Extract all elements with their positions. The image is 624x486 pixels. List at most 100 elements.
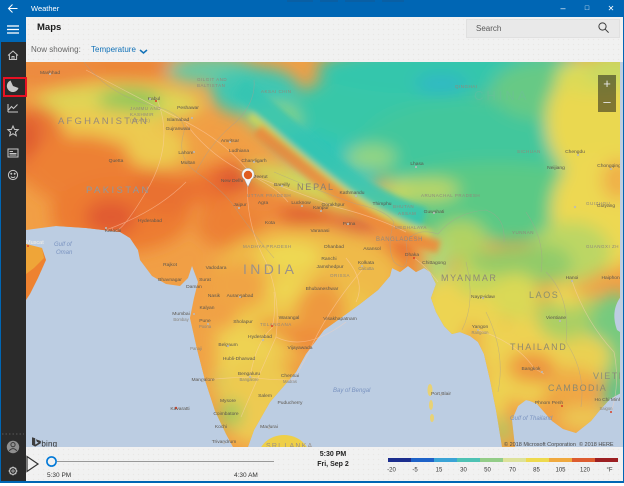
svg-text:TELANGANA: TELANGANA xyxy=(260,322,292,327)
svg-text:Coimbatore: Coimbatore xyxy=(213,411,239,417)
svg-text:Nasik: Nasik xyxy=(208,293,221,299)
svg-text:Patna: Patna xyxy=(343,221,356,227)
svg-text:Muscat: Muscat xyxy=(26,240,44,246)
svg-text:Chengdu: Chengdu xyxy=(565,149,585,155)
svg-text:-20: -20 xyxy=(387,468,396,474)
svg-text:Saigon: Saigon xyxy=(599,406,613,411)
svg-text:Hubli-Dharwad: Hubli-Dharwad xyxy=(223,356,256,362)
svg-text:MADHYA PRADESH: MADHYA PRADESH xyxy=(243,244,292,249)
svg-text:Poona: Poona xyxy=(199,324,212,329)
svg-text:GUANGXI ZH: GUANGXI ZH xyxy=(586,244,619,249)
svg-text:YUNNAN: YUNNAN xyxy=(512,230,534,235)
svg-text:BALTISTAN: BALTISTAN xyxy=(197,83,225,88)
svg-text:GILGIT AND: GILGIT AND xyxy=(197,77,227,82)
svg-text:120: 120 xyxy=(580,468,591,474)
svg-text:Asansol: Asansol xyxy=(363,246,380,252)
svg-text:Quetta: Quetta xyxy=(109,158,124,164)
svg-text:Meerut: Meerut xyxy=(252,174,268,180)
svg-text:KASHMIR: KASHMIR xyxy=(130,112,154,117)
svg-text:Visakhapatnam: Visakhapatnam xyxy=(323,316,357,322)
svg-text:Lhasa: Lhasa xyxy=(410,161,424,167)
svg-text:Hyderabad: Hyderabad xyxy=(138,218,162,224)
svg-text:Kathmandu: Kathmandu xyxy=(339,190,364,196)
svg-text:70: 70 xyxy=(509,468,516,474)
svg-text:Bhubaneshwar: Bhubaneshwar xyxy=(306,286,339,292)
svg-text:Peshawar: Peshawar xyxy=(177,105,199,111)
svg-text:Chongqing: Chongqing xyxy=(597,163,621,169)
svg-text:Agra: Agra xyxy=(258,200,269,206)
svg-text:4:30 AM: 4:30 AM xyxy=(234,472,258,479)
svg-text:Rajkot: Rajkot xyxy=(163,262,178,268)
svg-text:Madras: Madras xyxy=(283,379,297,384)
svg-text:Jamshedpur: Jamshedpur xyxy=(317,264,344,270)
svg-text:Vijayawada: Vijayawada xyxy=(288,345,313,351)
svg-text:Calcutta: Calcutta xyxy=(358,266,374,271)
svg-text:5:30 PM: 5:30 PM xyxy=(320,451,347,458)
svg-text:Salem: Salem xyxy=(258,393,272,399)
svg-text:15: 15 xyxy=(436,468,443,474)
svg-text:JAMMU AND: JAMMU AND xyxy=(130,106,161,111)
svg-text:ASSAM: ASSAM xyxy=(398,211,416,216)
svg-text:Bombay: Bombay xyxy=(173,317,189,322)
svg-text:Jaipur: Jaipur xyxy=(233,202,247,208)
svg-text:Mysore: Mysore xyxy=(220,398,236,404)
svg-text:Gujranwala: Gujranwala xyxy=(166,126,191,132)
svg-text:Chittagong: Chittagong xyxy=(422,260,446,266)
svg-text:Kalyan: Kalyan xyxy=(200,305,215,311)
svg-text:Phnom Penh: Phnom Penh xyxy=(535,400,564,406)
svg-text:5:30 PM: 5:30 PM xyxy=(47,472,71,479)
svg-text:CAMBODIA: CAMBODIA xyxy=(548,383,607,393)
svg-text:Warangal: Warangal xyxy=(279,315,300,321)
svg-text:Gorakhpur: Gorakhpur xyxy=(321,202,344,208)
svg-text:Thimphu: Thimphu xyxy=(372,201,391,207)
svg-text:Lahore: Lahore xyxy=(178,150,194,156)
svg-text:(STATE): (STATE) xyxy=(130,118,150,123)
svg-text:Guiyang: Guiyang xyxy=(597,203,615,209)
svg-text:Rangoon: Rangoon xyxy=(472,330,490,335)
svg-text:Vadodara: Vadodara xyxy=(206,265,227,271)
svg-text:Hyderabad: Hyderabad xyxy=(248,334,272,340)
svg-text:Islamabad: Islamabad xyxy=(167,117,190,123)
svg-text:MEGHALAYA: MEGHALAYA xyxy=(395,225,427,230)
svg-text:Gulf of: Gulf of xyxy=(54,242,73,248)
svg-text:bing: bing xyxy=(41,439,57,447)
svg-text:Puducherry: Puducherry xyxy=(277,400,303,406)
svg-text:SICHUAN: SICHUAN xyxy=(517,149,541,154)
svg-text:BANGLADESH: BANGLADESH xyxy=(376,237,423,243)
svg-text:Panaji: Panaji xyxy=(190,346,202,351)
svg-text:Multan: Multan xyxy=(181,160,196,166)
svg-text:Vientiane: Vientiane xyxy=(546,315,567,321)
svg-text:NEPAL: NEPAL xyxy=(297,182,335,192)
svg-text:ORISSA: ORISSA xyxy=(330,273,350,278)
svg-text:Neijiang: Neijiang xyxy=(547,165,565,171)
svg-text:Fri, Sep 2: Fri, Sep 2 xyxy=(317,461,349,468)
svg-text:ARUNACHAL PRADESH: ARUNACHAL PRADESH xyxy=(421,193,480,198)
svg-text:Gulf of Thailand: Gulf of Thailand xyxy=(510,416,553,422)
svg-text:Ranchi: Ranchi xyxy=(321,256,336,262)
svg-text:PAKISTAN: PAKISTAN xyxy=(86,185,151,196)
svg-text:MYANMAR: MYANMAR xyxy=(441,273,498,283)
svg-text:Surat: Surat xyxy=(199,277,211,283)
svg-text:Oman: Oman xyxy=(56,250,73,256)
svg-text:Kota: Kota xyxy=(265,220,275,226)
svg-text:CHINA: CHINA xyxy=(474,88,529,103)
svg-text:Daman: Daman xyxy=(186,284,202,290)
svg-text:50: 50 xyxy=(484,468,491,474)
svg-text:Ho Chi Minh: Ho Chi Minh xyxy=(595,397,622,403)
svg-text:New Delhi: New Delhi xyxy=(221,178,243,184)
svg-text:LAOS: LAOS xyxy=(529,290,559,300)
svg-text:Lucknow: Lucknow xyxy=(291,200,311,206)
svg-text:Kochi: Kochi xyxy=(215,424,227,430)
svg-text:Bangkok: Bangkok xyxy=(521,366,541,372)
svg-text:AKSAI CHIN: AKSAI CHIN xyxy=(261,89,292,94)
svg-text:-5: -5 xyxy=(412,468,418,474)
svg-text:Varanasi: Varanasi xyxy=(311,228,330,234)
svg-text:INDIA: INDIA xyxy=(243,261,297,277)
svg-text:Bhavnagar: Bhavnagar xyxy=(158,277,182,283)
svg-text:Karachi: Karachi xyxy=(105,228,122,234)
svg-text:Dhanbad: Dhanbad xyxy=(324,244,344,250)
svg-text:°F: °F xyxy=(606,468,612,474)
svg-text:105: 105 xyxy=(555,468,566,474)
svg-text:Kavaratti: Kavaratti xyxy=(170,406,189,412)
svg-text:Sholapur: Sholapur xyxy=(233,319,253,325)
